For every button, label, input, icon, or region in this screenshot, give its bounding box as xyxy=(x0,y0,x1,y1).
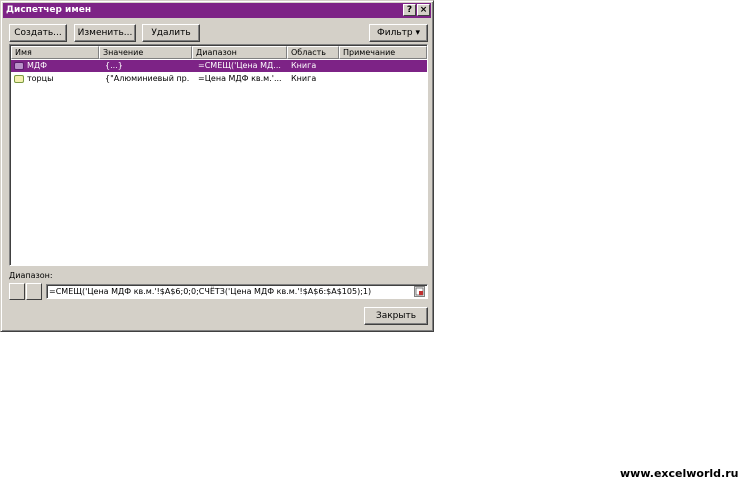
name-manager-dialog: Диспетчер имен ? × Создать... Изменить..… xyxy=(0,0,434,332)
close-icon: × xyxy=(419,5,428,15)
names-list[interactable]: Имя Значение Диапазон Область Примечание… xyxy=(9,44,428,266)
delete-button[interactable]: Удалить xyxy=(142,24,200,42)
help-button[interactable]: ? xyxy=(403,4,416,16)
table-row[interactable]: торцы {"Алюминиевый пр... =Цена МДФ кв.м… xyxy=(11,73,427,85)
collapse-dialog-icon[interactable] xyxy=(414,286,425,297)
row-range: =Цена МДФ кв.м.'... xyxy=(198,74,282,83)
column-header-range[interactable]: Диапазон xyxy=(192,46,287,59)
cancel-edit-button[interactable] xyxy=(9,283,25,300)
row-value: {"Алюминиевый пр... xyxy=(105,74,190,83)
row-range: =СМЕЩ('Цена МД... xyxy=(198,61,281,70)
row-value: {...} xyxy=(105,61,123,70)
edit-button[interactable]: Изменить... xyxy=(74,24,136,42)
column-header-value[interactable]: Значение xyxy=(99,46,192,59)
row-name: торцы xyxy=(27,74,54,83)
close-button[interactable]: Закрыть xyxy=(364,307,428,325)
list-header: Имя Значение Диапазон Область Примечание xyxy=(11,46,427,59)
table-row[interactable]: МДФ {...} =СМЕЩ('Цена МД... Книга xyxy=(11,60,427,72)
range-formula-text: =СМЕЩ('Цена МДФ кв.м.'!$A$6;0;0;СЧЁТЗ('Ц… xyxy=(49,287,372,296)
named-range-icon xyxy=(14,75,24,83)
row-note xyxy=(343,60,423,72)
row-scope: Книга xyxy=(291,61,317,70)
filter-label: Фильтр xyxy=(376,28,413,38)
window-title: Диспетчер имен xyxy=(6,5,92,15)
row-scope: Книга xyxy=(291,74,317,83)
row-note xyxy=(343,73,423,85)
range-formula-input[interactable]: =СМЕЩ('Цена МДФ кв.м.'!$A$6;0;0;СЧЁТЗ('Ц… xyxy=(46,284,428,299)
range-label: Диапазон: xyxy=(9,271,53,280)
column-header-note[interactable]: Примечание xyxy=(339,46,427,59)
create-button[interactable]: Создать... xyxy=(9,24,67,42)
confirm-edit-button[interactable] xyxy=(26,283,42,300)
row-name: МДФ xyxy=(27,61,48,70)
title-bar: Диспетчер имен ? × xyxy=(3,3,431,18)
dropdown-arrow-icon: ▾ xyxy=(415,28,420,38)
close-window-button[interactable]: × xyxy=(417,4,430,16)
column-header-scope[interactable]: Область xyxy=(287,46,339,59)
filter-button[interactable]: Фильтр ▾ xyxy=(369,24,428,42)
table-name-icon xyxy=(14,62,24,70)
watermark: www.excelworld.ru xyxy=(620,467,739,480)
column-header-name[interactable]: Имя xyxy=(11,46,99,59)
help-icon: ? xyxy=(406,5,413,15)
